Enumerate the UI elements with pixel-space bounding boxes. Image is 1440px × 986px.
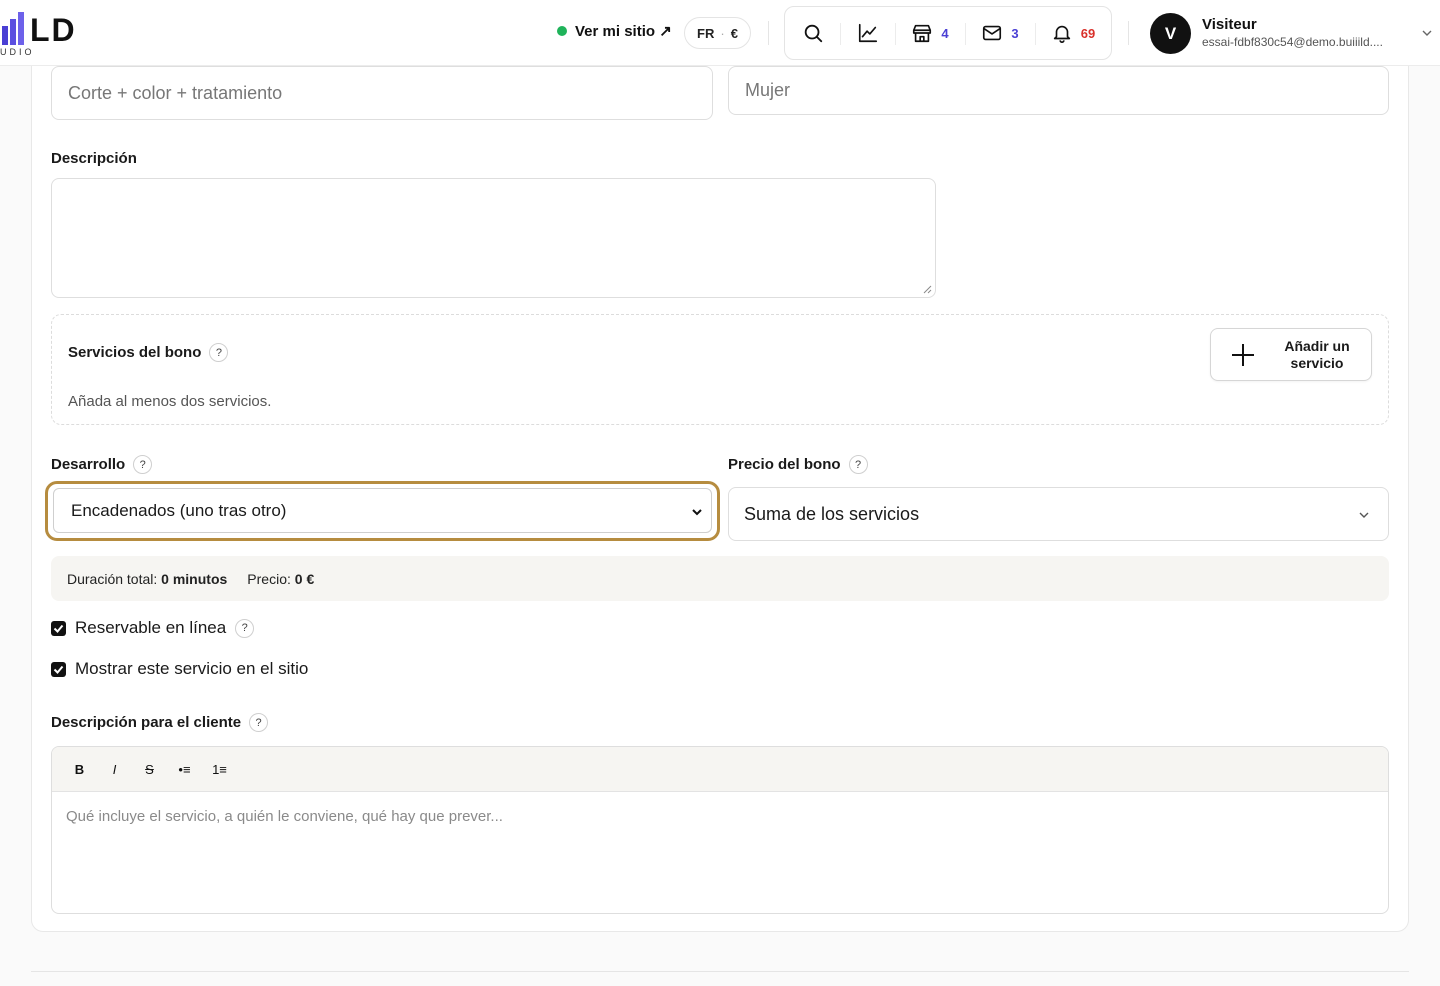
- mail-icon: [983, 25, 1002, 41]
- logo-subtext: UDIO: [0, 47, 35, 57]
- show-on-site-checkbox[interactable]: Mostrar este servicio en el sitio: [51, 659, 308, 679]
- description-label: Descripción: [51, 150, 137, 167]
- description-textarea[interactable]: [51, 178, 936, 298]
- logo-bars-icon: [2, 12, 24, 45]
- divider: [768, 21, 769, 45]
- duration-summary: Duración total: 0 minutos: [67, 571, 227, 587]
- bono-services-title-text: Servicios del bono: [68, 344, 202, 361]
- client-description-label-text: Descripción para el cliente: [51, 714, 242, 731]
- bell-icon: [1053, 25, 1070, 43]
- category-input[interactable]: Mujer: [728, 66, 1389, 115]
- rich-text-editor: B I S •≡ 1≡ Qué incluye el servicio, a q…: [51, 746, 1389, 914]
- chevron-down-icon[interactable]: [1420, 26, 1434, 40]
- chevron-down-icon: [692, 509, 702, 516]
- editor-toolbar: B I S •≡ 1≡: [52, 747, 1388, 792]
- show-on-site-label: Mostrar este servicio en el sitio: [75, 659, 309, 678]
- user-email: essai-fdbf830c54@demo.buiiild....: [1202, 35, 1383, 49]
- editor-content-area[interactable]: Qué incluye el servicio, a quién le conv…: [52, 792, 1388, 841]
- summary-bar: Duración total: 0 minutos Precio: 0 €: [51, 556, 1389, 601]
- search-button[interactable]: [785, 7, 840, 59]
- top-bar: LD UDIO Ver mi sitio ↗ FR · € 4 3 69 V V…: [0, 0, 1440, 66]
- description-label-text: Descripción: [51, 150, 137, 167]
- desarrollo-selected-value: Encadenados (uno tras otro): [71, 500, 287, 520]
- precio-label-text: Precio del bono: [728, 456, 841, 473]
- chart-icon: [858, 23, 877, 43]
- desarrollo-label: Desarrollo ?: [51, 455, 153, 474]
- category-value: Mujer: [745, 80, 791, 100]
- bullet-list-button[interactable]: •≡: [169, 755, 200, 783]
- bono-services-panel: Servicios del bono ? Añada al menos dos …: [51, 314, 1389, 425]
- duration-value: 0 minutos: [161, 570, 228, 587]
- precio-selected-value: Suma de los servicios: [744, 503, 920, 524]
- header-toolbar: 4 3 69: [784, 6, 1112, 60]
- help-icon[interactable]: ?: [249, 713, 269, 732]
- add-service-label: Añadir un servicio: [1284, 337, 1350, 371]
- lang-separator: ·: [720, 25, 725, 41]
- desarrollo-label-text: Desarrollo: [51, 456, 126, 473]
- checkbox-checked-icon[interactable]: [51, 620, 66, 636]
- store-count-badge: 4: [941, 25, 949, 41]
- bono-services-title: Servicios del bono ?: [68, 343, 229, 362]
- service-name-input[interactable]: Corte + color + tratamiento: [51, 66, 713, 120]
- help-icon[interactable]: ?: [848, 455, 868, 474]
- bold-button[interactable]: B: [64, 755, 95, 783]
- user-name[interactable]: Visiteur: [1202, 16, 1257, 33]
- language-currency-switch[interactable]: FR · €: [684, 17, 751, 49]
- desarrollo-select[interactable]: Encadenados (uno tras otro): [53, 488, 712, 533]
- editor-placeholder: Qué incluye el servicio, a quién le conv…: [66, 808, 503, 825]
- client-description-label: Descripción para el cliente ?: [51, 713, 269, 732]
- language-label: FR: [697, 25, 715, 41]
- logo[interactable]: LD UDIO: [0, 12, 100, 58]
- italic-button[interactable]: I: [99, 755, 130, 783]
- messages-count-badge: 3: [1011, 25, 1019, 41]
- messages-button[interactable]: 3: [965, 7, 1035, 59]
- plus-icon: [1211, 342, 1275, 368]
- reservable-label: Reservable en línea: [75, 618, 227, 637]
- avatar[interactable]: V: [1150, 13, 1191, 54]
- store-icon: [913, 24, 932, 43]
- bono-services-hint: Añada al menos dos servicios.: [68, 393, 272, 410]
- reservable-checkbox[interactable]: Reservable en línea ?: [51, 618, 255, 638]
- help-icon[interactable]: ?: [235, 618, 255, 638]
- precio-label: Precio del bono ?: [728, 455, 868, 474]
- notifications-button[interactable]: 69: [1035, 7, 1111, 59]
- price-label: Precio:: [247, 570, 291, 587]
- help-icon[interactable]: ?: [209, 343, 229, 362]
- store-button[interactable]: 4: [895, 7, 965, 59]
- help-icon[interactable]: ?: [133, 455, 153, 474]
- duration-label: Duración total:: [67, 570, 158, 587]
- price-summary: Precio: 0 €: [247, 571, 314, 587]
- add-service-button[interactable]: Añadir un servicio: [1210, 328, 1372, 381]
- strikethrough-button[interactable]: S: [134, 755, 165, 783]
- search-icon: [804, 24, 822, 43]
- visit-site-link[interactable]: Ver mi sitio ↗: [557, 22, 672, 40]
- divider: [31, 971, 1409, 972]
- service-name-value: Corte + color + tratamiento: [68, 82, 283, 103]
- precio-select[interactable]: Suma de los servicios: [728, 487, 1389, 541]
- currency-label: €: [730, 25, 738, 41]
- desarrollo-select-focus-ring: Encadenados (uno tras otro): [45, 481, 720, 541]
- numbered-list-button[interactable]: 1≡: [204, 755, 235, 783]
- logo-text: LD: [30, 12, 77, 48]
- notifications-count-badge: 69: [1080, 25, 1096, 41]
- chevron-down-icon: [1359, 512, 1369, 518]
- stats-button[interactable]: [840, 7, 895, 59]
- checkbox-checked-icon[interactable]: [51, 661, 66, 677]
- resize-handle-icon[interactable]: [923, 285, 932, 294]
- visit-site-label: Ver mi sitio ↗: [575, 23, 672, 40]
- online-status-dot: [557, 26, 567, 36]
- price-value: 0 €: [294, 570, 315, 587]
- divider: [1128, 21, 1129, 45]
